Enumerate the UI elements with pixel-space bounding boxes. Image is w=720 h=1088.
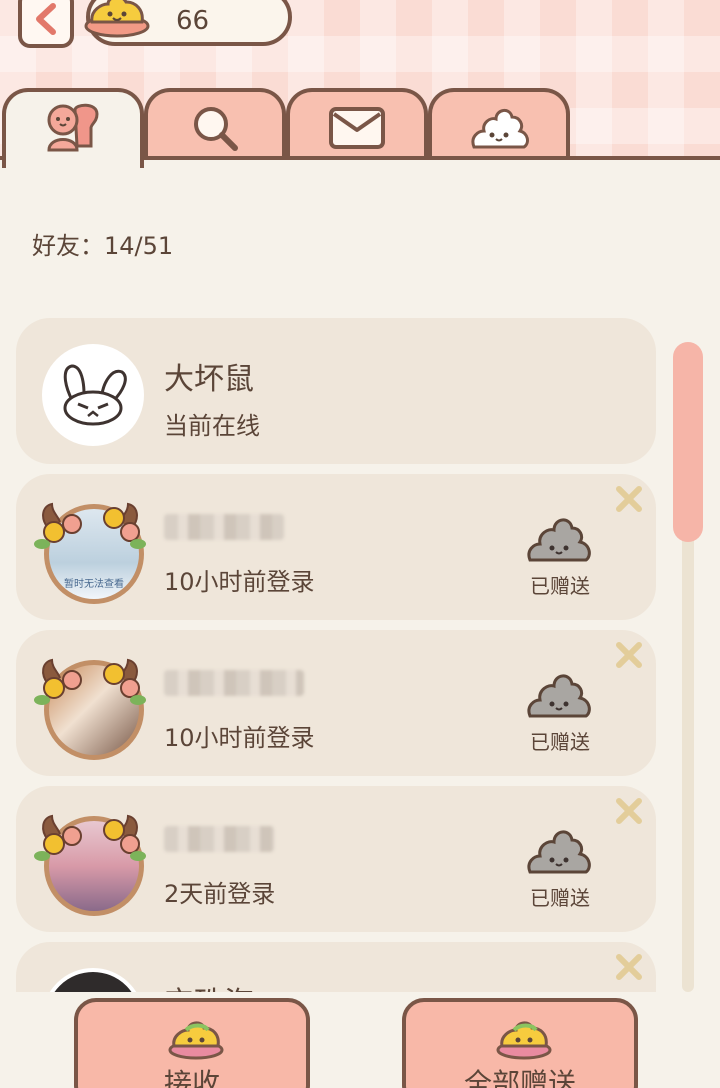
friend-name bbox=[164, 514, 284, 540]
back-button[interactable] bbox=[18, 0, 74, 48]
avatar[interactable] bbox=[42, 344, 144, 446]
friend-list[interactable]: 大坏鼠 当前在线 暂时无法查看 10小时前登录 已赠送 10小时前登录 已赠送 … bbox=[0, 300, 720, 992]
search-icon bbox=[194, 107, 238, 151]
antler-wreath-icon bbox=[34, 502, 146, 549]
antler-wreath-icon bbox=[34, 814, 146, 861]
receive-button-label: 接收 bbox=[163, 1067, 220, 1088]
friend-card[interactable]: 暂时无法查看 10小时前登录 已赠送 bbox=[16, 474, 656, 620]
mail-icon bbox=[329, 107, 385, 149]
antler-wreath-icon bbox=[34, 658, 146, 705]
poop-coin-icon bbox=[496, 1021, 552, 1060]
tab-search[interactable] bbox=[144, 88, 286, 164]
friend-status: 10小时前登录 bbox=[164, 568, 315, 596]
friend-card[interactable]: 2天前登录 已赠送 bbox=[16, 786, 656, 932]
send-all-button-label: 全部赠送 bbox=[463, 1067, 576, 1088]
friends-icon bbox=[47, 103, 99, 152]
gift-status-label: 已赠送 bbox=[530, 574, 590, 598]
close-icon[interactable] bbox=[614, 796, 644, 826]
friend-status: 当前在线 bbox=[164, 412, 260, 440]
currency-count: 66 bbox=[176, 6, 210, 36]
friend-count: 好友：14/51 bbox=[32, 232, 174, 260]
poop-gift-icon[interactable] bbox=[524, 666, 594, 722]
friend-status: 10小时前登录 bbox=[164, 724, 315, 752]
poop-gift-icon[interactable] bbox=[524, 822, 594, 878]
receive-button[interactable]: 接收 bbox=[74, 998, 310, 1088]
send-all-button[interactable]: 全部赠送 bbox=[402, 998, 638, 1088]
rabbit-icon bbox=[63, 364, 127, 426]
gift-status-label: 已赠送 bbox=[530, 886, 590, 910]
friend-status: 2天前登录 bbox=[164, 880, 276, 908]
chevron-left-icon bbox=[36, 3, 56, 35]
tab-gift[interactable] bbox=[428, 88, 570, 164]
poop-gift-icon[interactable] bbox=[524, 510, 594, 566]
poop-gift-icon bbox=[471, 109, 529, 149]
friend-name bbox=[164, 670, 304, 696]
currency-display: 66 bbox=[84, 0, 292, 46]
poop-coin-icon bbox=[168, 1021, 224, 1060]
avatar-placeholder-text: 暂时无法查看 bbox=[64, 579, 124, 590]
close-icon[interactable] bbox=[614, 640, 644, 670]
avatar[interactable] bbox=[42, 968, 144, 992]
scrollbar-thumb[interactable] bbox=[673, 342, 703, 542]
friend-name bbox=[164, 826, 274, 852]
friend-card[interactable]: 10小时前登录 已赠送 bbox=[16, 630, 656, 776]
friend-card[interactable]: 宝珠海 bbox=[16, 942, 656, 992]
tab-mail[interactable] bbox=[286, 88, 428, 164]
gift-status-label: 已赠送 bbox=[530, 730, 590, 754]
poop-coin-icon bbox=[84, 0, 150, 38]
close-icon[interactable] bbox=[614, 484, 644, 514]
friend-card[interactable]: 大坏鼠 当前在线 bbox=[16, 318, 656, 464]
friend-name: 宝珠海 bbox=[164, 978, 254, 992]
close-icon[interactable] bbox=[614, 952, 644, 982]
friend-name: 大坏鼠 bbox=[164, 362, 254, 397]
tab-friends[interactable] bbox=[2, 88, 144, 168]
